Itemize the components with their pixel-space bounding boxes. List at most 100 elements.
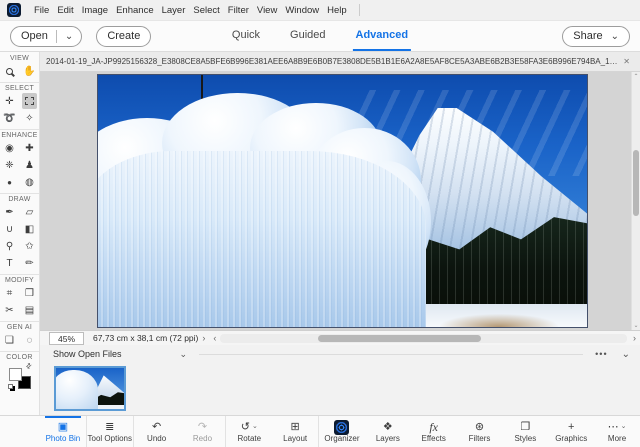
share-chevron-down-icon[interactable]: ⌄: [611, 31, 619, 42]
section-label-draw: DRAW: [8, 196, 30, 203]
menu-filter[interactable]: Filter: [224, 5, 253, 16]
swap-colors-icon[interactable]: ⇄: [24, 361, 34, 371]
mode-tabs: Quick Guided Advanced: [229, 21, 411, 51]
document-tab-bar: 2014-01-19_JA-JP9925156328_E3808CE8A5BFE…: [40, 52, 640, 72]
taskbar-undo-button[interactable]: ↶ Undo: [133, 416, 180, 447]
taskbar-filters-button[interactable]: ⊛ Filters: [457, 416, 503, 447]
photo-bin-collapse-icon[interactable]: ⌄: [622, 349, 630, 360]
menu-image[interactable]: Image: [78, 5, 112, 16]
recompose-tool-icon[interactable]: ✂: [2, 302, 17, 318]
clone-stamp-tool-icon[interactable]: ♟: [22, 157, 37, 173]
generative-fill-tool-icon[interactable]: ❏: [2, 332, 17, 348]
eraser-tool-icon[interactable]: ▱: [22, 204, 37, 220]
scroll-down-icon[interactable]: ⌄: [632, 322, 640, 329]
paint-bucket-tool-icon[interactable]: ∪: [2, 221, 17, 237]
document-tab-title[interactable]: 2014-01-19_JA-JP9925156328_E3808CE8A5BFE…: [46, 57, 619, 66]
zoom-tool-icon[interactable]: [2, 63, 17, 79]
brush-tool-icon[interactable]: ✒: [2, 204, 17, 220]
menu-view[interactable]: View: [253, 5, 281, 16]
taskbar-effects-button[interactable]: fx Effects: [411, 416, 457, 447]
tab-quick[interactable]: Quick: [229, 21, 263, 51]
taskbar-label: More: [608, 434, 626, 443]
gradient-tool-icon[interactable]: ◧: [22, 221, 37, 237]
status-bar: 45% 67,73 cm x 38,1 cm (72 ppi) › ‹ ›: [40, 330, 640, 345]
share-button[interactable]: Share ⌄: [562, 26, 630, 47]
canvas-workspace[interactable]: ⌃ ⌄: [40, 72, 640, 330]
open-image[interactable]: [97, 74, 588, 328]
smart-brush-tool-icon[interactable]: ❈: [2, 157, 17, 173]
pencil-tool-icon[interactable]: ✏: [22, 255, 37, 271]
move-tool-icon[interactable]: ✛: [2, 93, 17, 109]
vertical-scrollbar[interactable]: ⌃ ⌄: [631, 72, 640, 330]
straighten-tool-icon[interactable]: ▤: [22, 302, 37, 318]
document-tab-close-icon[interactable]: ✕: [619, 57, 634, 66]
taskbar-layers-button[interactable]: ❖ Layers: [365, 416, 411, 447]
crop-tool-icon[interactable]: ⌗: [2, 285, 17, 301]
horizontal-scrollbar[interactable]: [220, 334, 627, 343]
taskbar-layout-button[interactable]: ⊞ Layout: [272, 416, 318, 447]
section-label-select: SELECT: [5, 85, 34, 92]
open-chevron-down-icon[interactable]: ⌄: [65, 31, 73, 42]
photo-bin-more-options-icon[interactable]: •••: [595, 349, 607, 359]
type-tool-icon[interactable]: T: [2, 255, 17, 271]
rectangular-marquee-tool-icon[interactable]: [22, 93, 37, 109]
open-button-divider: [56, 30, 57, 43]
menu-edit[interactable]: Edit: [53, 5, 77, 16]
taskbar-photo-bin-button[interactable]: ▣ Photo Bin: [40, 416, 86, 447]
photo-bin-header: Show Open Files ⌄ ••• ⌄: [40, 345, 640, 363]
scroll-right-icon[interactable]: ›: [629, 333, 640, 343]
menu-file[interactable]: File: [30, 5, 53, 16]
status-expand-icon[interactable]: ›: [198, 333, 209, 343]
menu-enhance[interactable]: Enhance: [112, 5, 158, 16]
rotate-chevron-icon[interactable]: ⌄: [252, 421, 258, 433]
tab-advanced[interactable]: Advanced: [353, 21, 412, 51]
menu-help[interactable]: Help: [323, 5, 351, 16]
taskbar-tool-options-button[interactable]: ≣ Tool Options: [86, 416, 133, 447]
generative-expand-tool-icon[interactable]: ◌: [22, 332, 37, 348]
scroll-left-icon[interactable]: ‹: [209, 333, 220, 343]
tool-section-modify: MODIFY ⌗ ❒ ✂ ▤: [0, 274, 39, 318]
blur-tool-icon[interactable]: ●: [2, 174, 17, 190]
cookie-cutter-tool-icon[interactable]: ❒: [22, 285, 37, 301]
share-button-label: Share: [573, 30, 602, 42]
taskbar-more-button[interactable]: ⋯ ⌄ More: [594, 416, 640, 447]
tab-guided[interactable]: Guided: [287, 21, 328, 51]
taskbar-label: Layout: [283, 434, 307, 443]
taskbar-organizer-button[interactable]: Organizer: [318, 416, 365, 447]
taskbar-graphics-button[interactable]: + Graphics: [548, 416, 594, 447]
zoom-level-field[interactable]: 45%: [49, 332, 84, 345]
red-eye-removal-tool-icon[interactable]: ◉: [2, 140, 17, 156]
taskbar-rotate-button[interactable]: ↺ ⌄ Rotate: [225, 416, 272, 447]
more-chevron-icon[interactable]: ⌄: [621, 421, 627, 433]
lasso-tool-icon[interactable]: ➰: [2, 110, 17, 126]
more-ellipsis-icon: ⋯: [608, 421, 619, 433]
menu-layer[interactable]: Layer: [158, 5, 190, 16]
section-label-view: VIEW: [10, 55, 29, 62]
vertical-scrollbar-thumb[interactable]: [633, 150, 639, 216]
eyedropper-tool-icon[interactable]: ⚲: [2, 238, 17, 254]
horizontal-scrollbar-thumb[interactable]: [318, 335, 481, 342]
custom-shape-tool-icon[interactable]: ✩: [22, 238, 37, 254]
spot-healing-brush-tool-icon[interactable]: ✚: [22, 140, 37, 156]
smudge-tool-icon[interactable]: ◍: [22, 174, 37, 190]
hand-tool-icon[interactable]: ✋: [22, 63, 37, 79]
menu-select[interactable]: Select: [189, 5, 223, 16]
show-open-files-label[interactable]: Show Open Files: [53, 349, 122, 359]
open-file-thumbnail[interactable]: [54, 366, 126, 411]
menu-window[interactable]: Window: [281, 5, 323, 16]
create-button[interactable]: Create: [96, 26, 151, 47]
photoshop-elements-window: File Edit Image Enhance Layer Select Fil…: [0, 0, 640, 447]
scroll-up-icon[interactable]: ⌃: [632, 73, 640, 80]
foreground-color-swatch[interactable]: [9, 368, 22, 381]
taskbar-styles-button[interactable]: ❐ Styles: [502, 416, 548, 447]
quick-selection-tool-icon[interactable]: ✧: [22, 110, 37, 126]
bottom-taskbar: ▣ Photo Bin ≣ Tool Options ↶ Undo ↷ Redo…: [0, 415, 640, 447]
thumbnail-ice: [54, 370, 98, 410]
taskbar-redo-button[interactable]: ↷ Redo: [180, 416, 226, 447]
tool-section-gen-ai: GEN AI ❏ ◌: [0, 321, 39, 348]
redo-icon: ↷: [198, 421, 207, 434]
open-button[interactable]: Open ⌄: [10, 26, 82, 47]
default-colors-icon[interactable]: [8, 384, 13, 389]
show-open-files-chevron-icon[interactable]: ⌄: [180, 349, 188, 360]
tool-section-enhance: ENHANCE ◉ ✚ ❈ ♟ ● ◍: [0, 129, 39, 190]
